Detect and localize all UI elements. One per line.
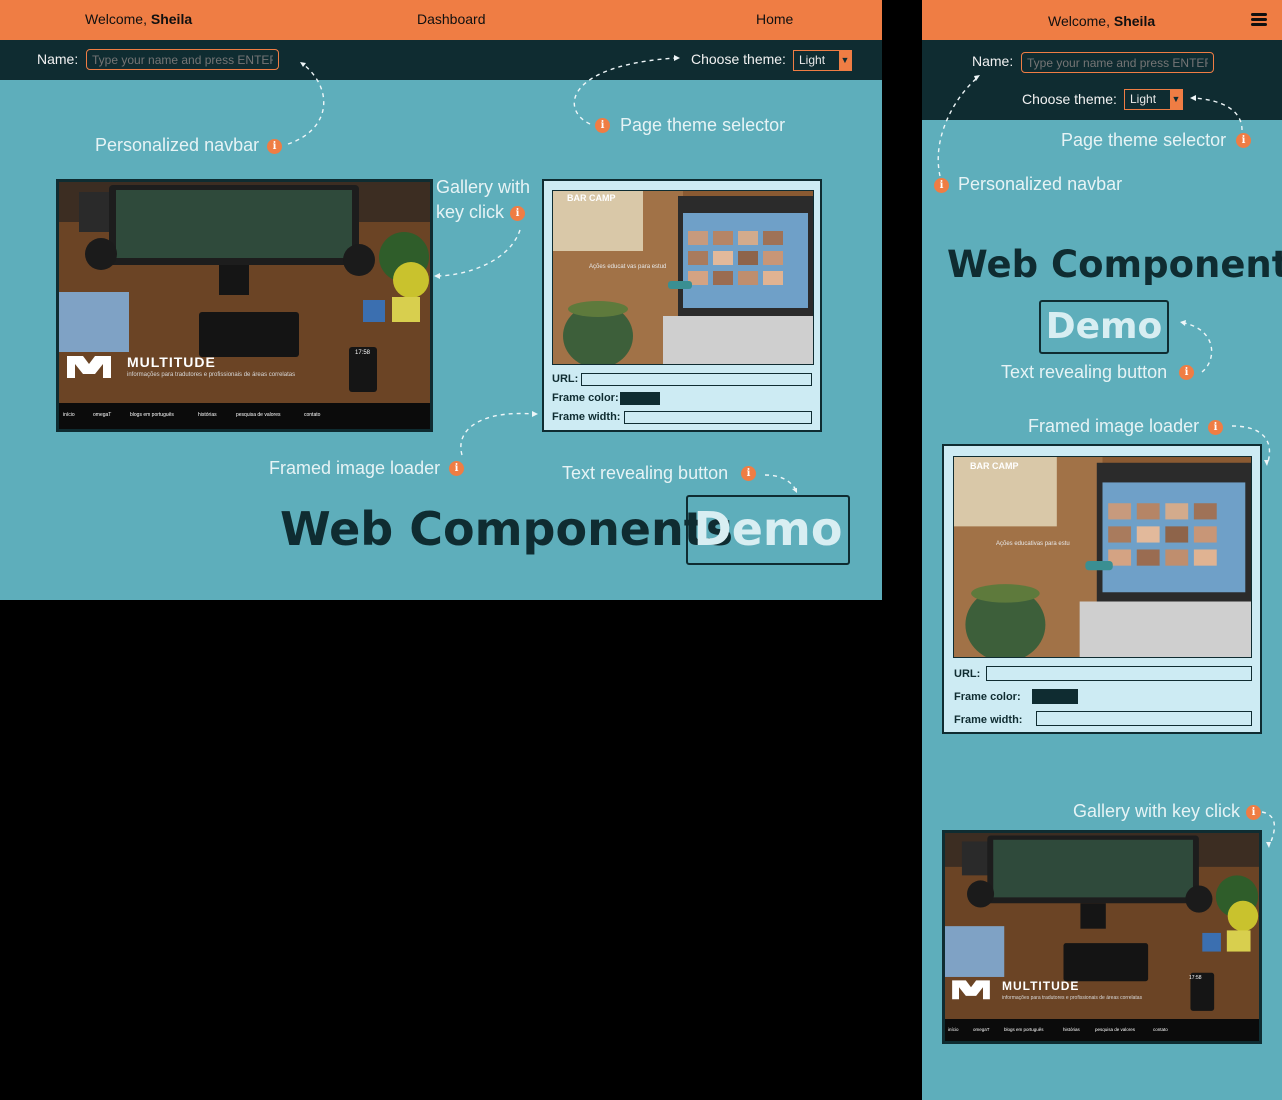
multitude-logo xyxy=(67,356,111,378)
image-gallery[interactable]: MULTITUDE informações para tradutores e … xyxy=(942,830,1262,1044)
framed-image-loader: BAR CAMP Ações educat vas para estud URL… xyxy=(542,179,822,432)
site-logo: BAR CAMP xyxy=(567,193,616,203)
frame-width-label: Frame width: xyxy=(954,714,1023,726)
frame-color-picker[interactable] xyxy=(620,392,660,405)
gallery-nav-item[interactable]: início xyxy=(63,412,75,418)
info-icon: i xyxy=(267,139,282,154)
framed-image-loader: BAR CAMP Ações educativas para estu URL:… xyxy=(942,444,1262,734)
image-gallery[interactable]: MULTITUDE informações para tradutores e … xyxy=(56,179,433,432)
info-icon: i xyxy=(510,206,525,221)
gallery-photo xyxy=(59,182,430,404)
nav-home-link[interactable]: Home xyxy=(756,11,793,27)
annotation-gallery-line2: key click xyxy=(436,202,505,222)
phone-time: 17:58 xyxy=(355,350,371,356)
page-title: Web Components xyxy=(280,502,734,556)
chevron-down-icon: ▼ xyxy=(1170,90,1182,109)
info-icon: i xyxy=(449,461,464,476)
name-input[interactable] xyxy=(1021,52,1214,73)
name-label: Name: xyxy=(972,53,1014,69)
site-logo: BAR CAMP xyxy=(970,461,1019,471)
url-label: URL: xyxy=(954,668,981,680)
site-text: Ações educat vas para estud xyxy=(589,264,667,270)
frame-color-label: Frame color: xyxy=(552,392,619,404)
annotation-text-button: Text revealing button xyxy=(562,463,729,483)
theme-label: Choose theme: xyxy=(1022,91,1117,107)
gallery-tagline: informações para tradutores e profission… xyxy=(127,372,296,378)
name-input[interactable] xyxy=(86,49,279,70)
site-text: Ações educativas para estu xyxy=(996,541,1070,547)
annotation-navbar: Personalized navbar xyxy=(958,174,1123,194)
user-name: Sheila xyxy=(1113,13,1156,29)
settings-bar: Name: Choose theme: Light ▼ xyxy=(0,40,882,80)
desktop-view: Welcome, Sheila Dashboard Home Name: Cho… xyxy=(0,0,882,600)
frame-width-label: Frame width: xyxy=(552,411,621,423)
frame-width-input[interactable] xyxy=(1036,711,1252,726)
phone-time: 17:58 xyxy=(1189,975,1202,981)
annotation-gallery-line1: Gallery with xyxy=(436,177,531,197)
navbar: Welcome, Sheila xyxy=(922,0,1282,40)
annotation-theme: Page theme selector xyxy=(1061,130,1227,150)
demo-reveal-button[interactable]: Demo xyxy=(1039,300,1169,354)
multitude-logo xyxy=(952,980,990,1000)
frame-width-input[interactable] xyxy=(624,411,812,424)
welcome-text: Welcome, Sheila xyxy=(85,11,193,27)
info-icon: i xyxy=(934,178,949,193)
info-icon: i xyxy=(1246,805,1261,820)
navbar: Welcome, Sheila Dashboard Home xyxy=(0,0,882,40)
annotation-loader: Framed image loader xyxy=(269,458,441,478)
nav-dashboard-link[interactable]: Dashboard xyxy=(417,11,486,27)
demo-reveal-button[interactable]: Demo xyxy=(686,495,850,565)
gallery-nav-item[interactable]: blogs em português xyxy=(130,412,174,418)
info-icon: i xyxy=(1179,365,1194,380)
frame-color-picker[interactable] xyxy=(1032,689,1078,704)
info-icon: i xyxy=(595,118,610,133)
url-input[interactable] xyxy=(581,373,812,386)
gallery-nav-item[interactable]: pesquisa de valores xyxy=(236,412,280,418)
theme-value: Light xyxy=(1130,92,1157,106)
annotation-theme: Page theme selector xyxy=(620,115,786,135)
info-icon: i xyxy=(741,466,756,481)
annotation-loader: Framed image loader xyxy=(1028,416,1200,436)
info-icon: i xyxy=(1208,420,1223,435)
gallery-nav: início omegaT blogs em português históri… xyxy=(945,1019,1259,1041)
loader-image: BAR CAMP Ações educat vas para estud xyxy=(552,190,814,365)
gallery-tagline: informações para tradutores e profission… xyxy=(1002,995,1143,1001)
annotation-navbar: Personalized navbar xyxy=(95,135,260,155)
gallery-nav-item[interactable]: contato xyxy=(1153,1027,1168,1032)
menu-icon[interactable] xyxy=(1251,13,1267,27)
theme-label: Choose theme: xyxy=(691,51,786,67)
gallery-nav: início omegaT blogs em português históri… xyxy=(59,403,430,429)
mobile-view: Welcome, Sheila Name: Choose theme: Ligh… xyxy=(922,0,1282,1100)
gallery-nav-item[interactable]: omegaT xyxy=(973,1027,990,1032)
welcome-text: Welcome, Sheila xyxy=(1048,13,1156,29)
gallery-brand: MULTITUDE xyxy=(127,354,216,370)
gallery-nav-item[interactable]: blogs em português xyxy=(1004,1027,1044,1032)
page-title: Web Components xyxy=(947,243,1282,286)
chevron-down-icon: ▼ xyxy=(839,51,851,70)
annotation-text-button: Text revealing button xyxy=(1001,362,1168,382)
info-icon: i xyxy=(1236,133,1251,148)
frame-color-label: Frame color: xyxy=(954,691,1021,703)
gallery-nav-item[interactable]: omegaT xyxy=(93,412,111,418)
user-name: Sheila xyxy=(150,11,193,27)
theme-select[interactable]: Light ▼ xyxy=(793,50,852,71)
gallery-nav-item[interactable]: contato xyxy=(304,412,320,418)
gallery-nav-item[interactable]: início xyxy=(948,1027,959,1032)
settings-bar: Name: Choose theme: Light ▼ xyxy=(922,40,1282,120)
theme-value: Light xyxy=(799,53,826,67)
gallery-nav-item[interactable]: pesquisa de valores xyxy=(1095,1027,1135,1032)
gallery-nav-item[interactable]: histórias xyxy=(198,412,217,418)
gallery-brand: MULTITUDE xyxy=(1002,979,1080,993)
gallery-nav-item[interactable]: histórias xyxy=(1063,1027,1080,1032)
theme-select[interactable]: Light ▼ xyxy=(1124,89,1183,110)
url-label: URL: xyxy=(552,373,579,385)
gallery-photo xyxy=(945,833,1259,1021)
name-label: Name: xyxy=(37,51,79,67)
url-input[interactable] xyxy=(986,666,1252,681)
annotation-gallery: Gallery with key click xyxy=(1073,801,1241,821)
loader-image: BAR CAMP Ações educativas para estu xyxy=(953,456,1252,658)
